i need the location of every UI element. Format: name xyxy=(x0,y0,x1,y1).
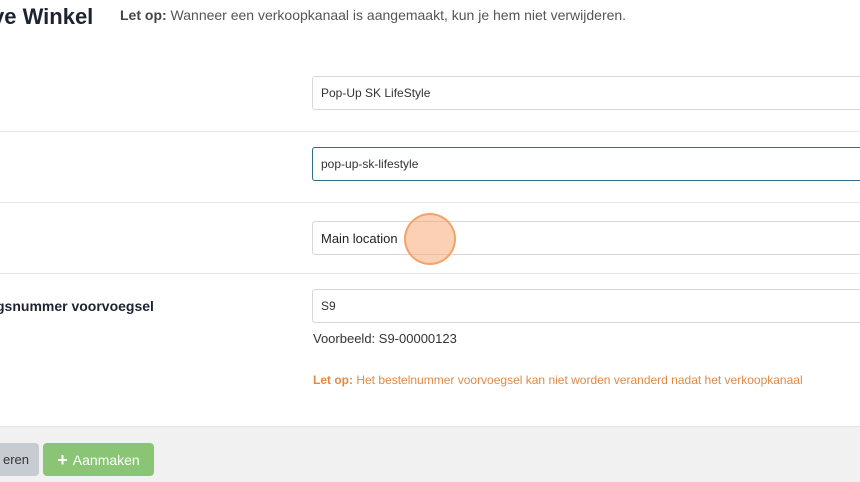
cursor-highlight xyxy=(404,213,456,265)
order-prefix-input[interactable]: S9 xyxy=(312,289,860,323)
row-divider xyxy=(0,273,860,274)
channel-slug-value: pop-up-sk-lifestyle xyxy=(321,157,419,171)
cancel-button[interactable]: eren xyxy=(0,443,39,476)
cancel-button-label: eren xyxy=(2,452,29,467)
channel-name-value: Pop-Up SK LifeStyle xyxy=(321,86,431,100)
notice-text: Wanneer een verkoopkanaal is aangemaakt,… xyxy=(170,7,627,23)
location-select[interactable]: Main location xyxy=(312,221,860,255)
order-prefix-example: Voorbeeld: S9-00000123 xyxy=(313,331,457,346)
row-divider xyxy=(0,131,860,132)
create-button[interactable]: + Aanmaken xyxy=(43,443,154,476)
warning-text: Het bestelnummer voorvoegsel kan niet wo… xyxy=(356,373,803,387)
channel-notice: Let op: Wanneer een verkoopkanaal is aan… xyxy=(120,7,626,23)
channel-name-input[interactable]: Pop-Up SK LifeStyle xyxy=(312,76,860,110)
channel-slug-input[interactable]: pop-up-sk-lifestyle xyxy=(312,147,860,181)
order-prefix-label: gsnummer voorvoegsel xyxy=(0,298,154,314)
location-select-value: Main location xyxy=(321,230,398,246)
plus-icon: + xyxy=(57,449,68,470)
row-divider xyxy=(0,202,860,203)
page-title: ve Winkel xyxy=(0,4,94,29)
create-button-label: Aanmaken xyxy=(72,451,140,468)
notice-prefix: Let op: xyxy=(120,7,167,23)
order-prefix-warning: Let op: Het bestelnummer voorvoegsel kan… xyxy=(313,373,860,387)
order-prefix-value: S9 xyxy=(321,299,336,313)
warning-prefix: Let op: xyxy=(313,373,353,387)
